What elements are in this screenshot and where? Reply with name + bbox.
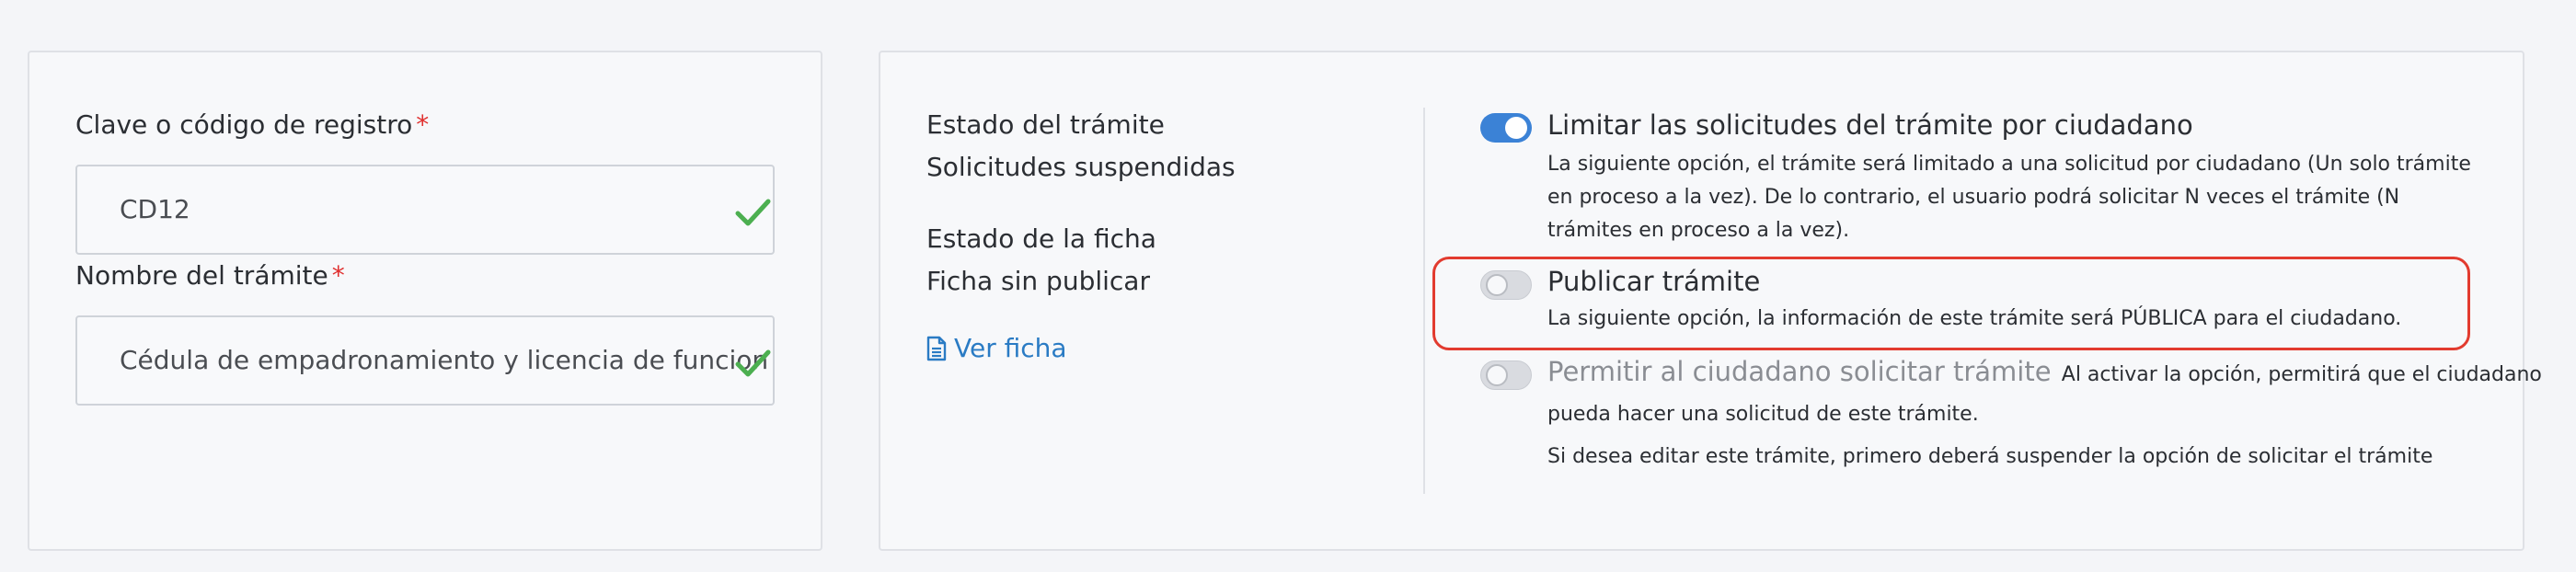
- publish-title: Publicar trámite: [1547, 266, 1761, 297]
- sheet-heading: Estado de la ficha: [926, 223, 1156, 254]
- limit-requests-title: Limitar las solicitudes del trámite por …: [1547, 109, 2193, 141]
- required-asterisk: *: [416, 109, 430, 140]
- view-sheet-label: Ver ficha: [954, 333, 1067, 363]
- status-heading: Estado del trámite: [926, 109, 1165, 140]
- registry-code-value: CD12: [120, 194, 190, 224]
- registry-code-label-text: Clave o código de registro: [75, 109, 413, 140]
- file-text-icon: [926, 336, 947, 360]
- procedure-name-value: Cédula de empadronamiento y licencia de …: [120, 345, 769, 375]
- view-sheet-link[interactable]: Ver ficha: [926, 333, 1067, 363]
- check-icon: [735, 199, 771, 226]
- procedure-settings-panel: Estado del trámite Solicitudes suspendid…: [879, 51, 2542, 551]
- toggle-knob: [1486, 364, 1508, 386]
- status-value: Solicitudes suspendidas: [926, 152, 1236, 182]
- allow-citizen-request-title-text: Permitir al ciudadano solicitar trámite: [1547, 356, 2052, 387]
- allow-citizen-request-inline-description: Al activar la opción, permitirá que el c…: [2061, 363, 2542, 386]
- check-icon: [735, 349, 771, 377]
- sheet-value: Ficha sin publicar: [926, 266, 1150, 296]
- publish-toggle[interactable]: [1480, 270, 1532, 300]
- toggle-knob: [1505, 117, 1527, 139]
- procedure-name-input[interactable]: Cédula de empadronamiento y licencia de …: [75, 315, 775, 406]
- allow-citizen-request-toggle[interactable]: [1480, 360, 1532, 390]
- allow-citizen-request-description: pueda hacer una solicitud de este trámit…: [1547, 403, 1979, 426]
- edit-note: Si desea editar este trámite, primero de…: [1547, 445, 2433, 468]
- publish-description: La siguiente opción, la información de e…: [1547, 307, 2402, 330]
- procedure-name-label: Nombre del trámite *: [75, 260, 345, 291]
- required-asterisk: *: [331, 260, 345, 291]
- toggle-knob: [1486, 274, 1508, 296]
- procedure-name-label-text: Nombre del trámite: [75, 260, 328, 291]
- registry-code-input[interactable]: CD12: [75, 165, 775, 255]
- registry-form-panel: Clave o código de registro * CD12 Nombre …: [28, 51, 822, 551]
- registry-code-label: Clave o código de registro *: [75, 109, 429, 140]
- limit-requests-toggle[interactable]: [1480, 113, 1532, 143]
- allow-citizen-request-title: Permitir al ciudadano solicitar trámite …: [1547, 356, 2542, 387]
- limit-requests-description: La siguiente opción, el trámite será lim…: [1547, 153, 2471, 242]
- vertical-divider: [1423, 108, 1425, 494]
